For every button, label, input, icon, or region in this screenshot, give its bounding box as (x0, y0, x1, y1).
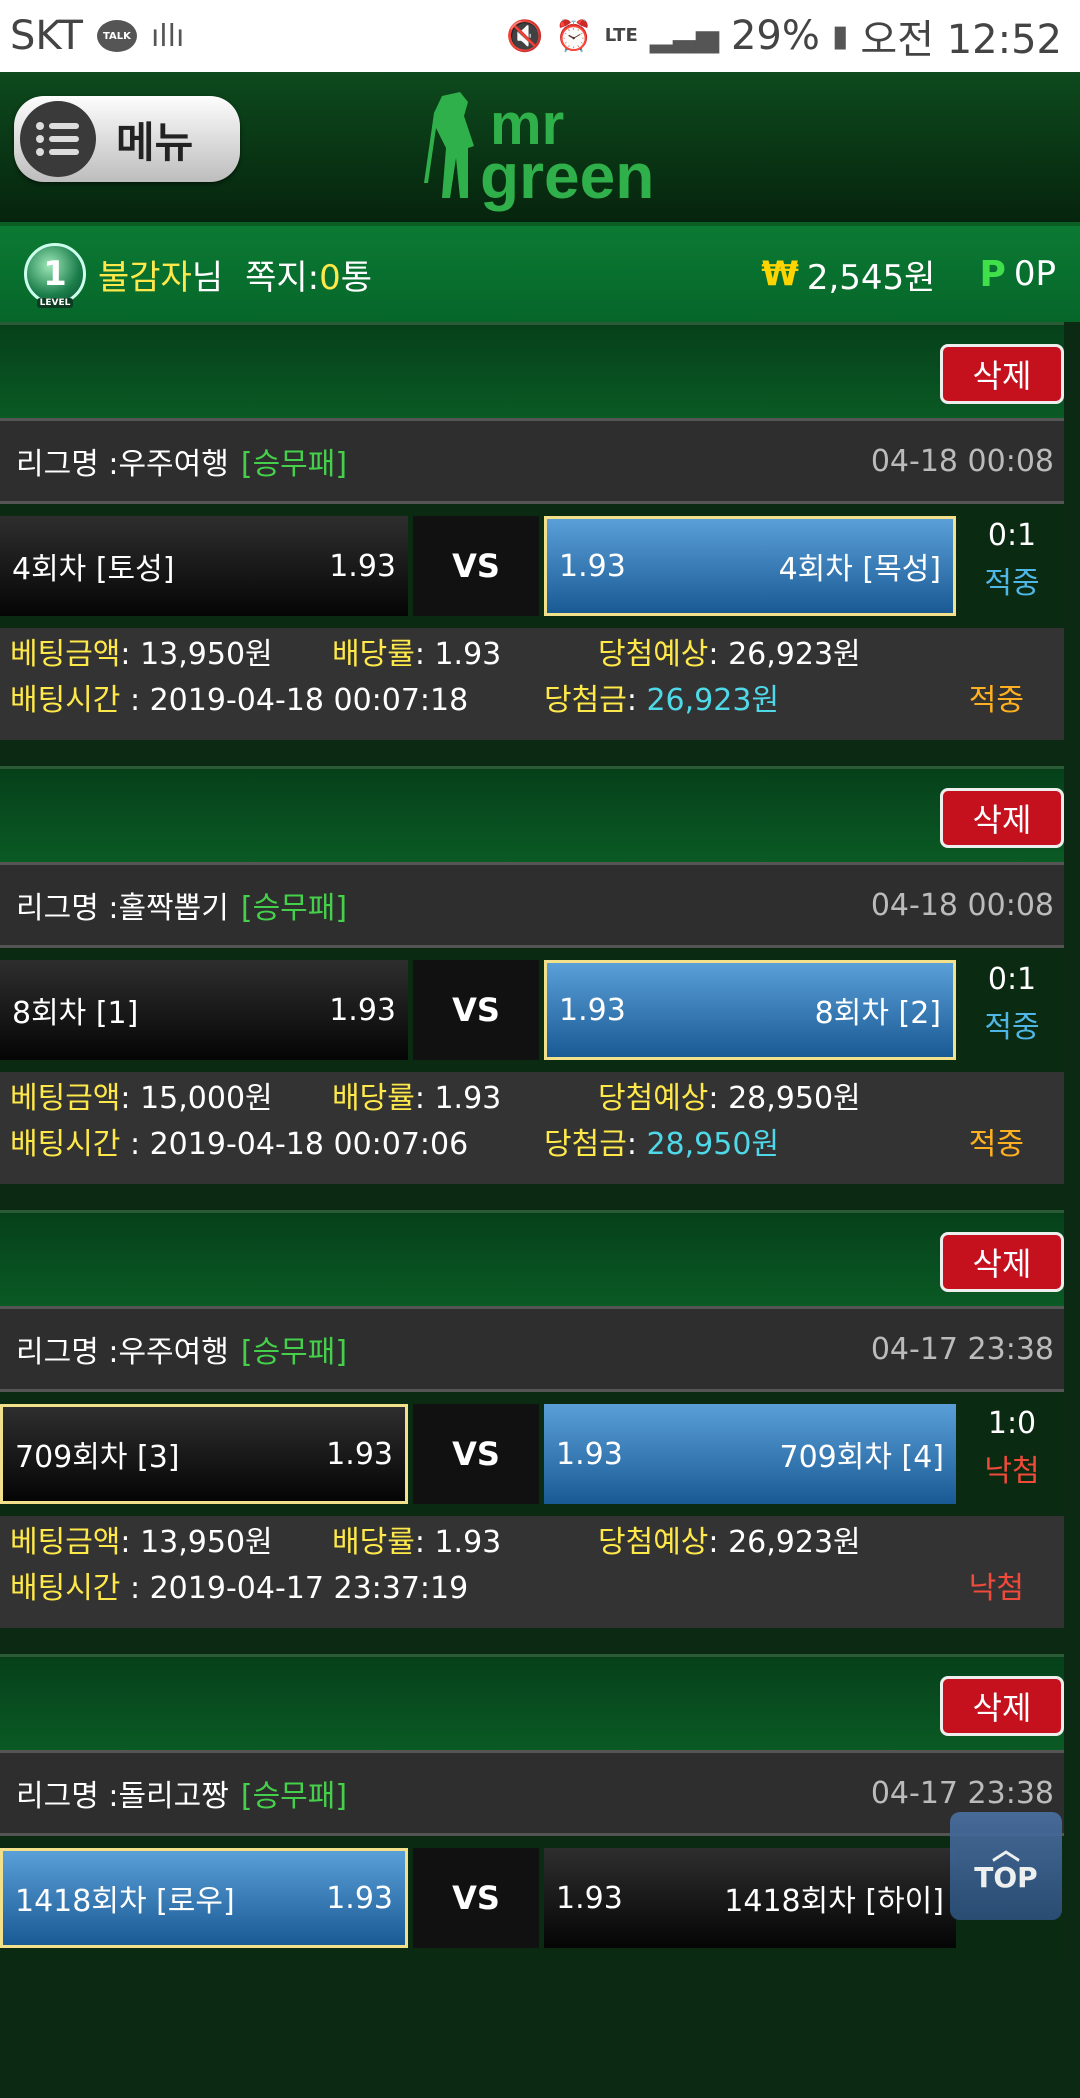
mr-green-logo[interactable]: mr green (420, 86, 660, 216)
league-row: 리그명 : 돌리고짱 [승무패] 04-17 23:38 (0, 1750, 1064, 1836)
point-icon: P (979, 253, 1006, 295)
carrier-label: SKT (10, 13, 83, 59)
bet-status: 적중 (968, 1127, 1024, 1162)
menu-button[interactable]: 메뉴 (14, 96, 240, 182)
league-name: 우주여행 (118, 447, 229, 482)
match-row: 8회차 [1] 1.93 VS 1.93 8회차 [2] 0:1 적중 (0, 948, 1064, 1072)
voicemail-icon: ıllı (150, 18, 185, 54)
kakaotalk-icon: TALK (96, 20, 137, 52)
match-row: 1418회차 [로우] 1.93 VS 1.93 1418회차 [하이] (0, 1836, 1064, 1960)
league-name: 우주여행 (118, 1335, 229, 1370)
mute-icon: 🔇 (505, 18, 544, 54)
bet-info: 베팅금액: 15,000원 배당률: 1.93 당첨예상: 28,950원 배팅… (0, 1072, 1064, 1184)
username-suffix: 님 (191, 257, 224, 298)
messages-link[interactable]: 쪽지:0통 (245, 250, 372, 299)
bet-history-list: 삭제 리그명 : 우주여행 [승무패] 04-18 00:08 4회차 [토성]… (0, 322, 1064, 2098)
delete-button[interactable]: 삭제 (940, 1676, 1064, 1736)
scroll-top-button[interactable]: ︿ TOP (950, 1812, 1062, 1920)
game-date: 04-18 00:08 (870, 443, 1054, 479)
league-name: 돌리고짱 (118, 1779, 229, 1814)
score: 0:1 적중 (984, 962, 1040, 1045)
status-bar: SKT TALK ıllı 🔇 ⏰ LTE ▂▃▅ 29% ▮ 오전 12:52 (0, 0, 1080, 72)
home-team[interactable]: 8회차 [1] 1.93 (0, 960, 408, 1060)
vs-label: VS (413, 516, 539, 616)
menu-label: 메뉴 (116, 117, 194, 167)
bet-card: 삭제 리그명 : 우주여행 [승무패] 04-18 00:08 4회차 [토성]… (0, 322, 1064, 766)
won-icon: ₩ (761, 254, 799, 294)
app-header: 메뉴 mr green (0, 72, 1080, 222)
bet-type: [승무패] (240, 1779, 348, 1814)
delete-button[interactable]: 삭제 (940, 788, 1064, 848)
home-team-selected[interactable]: 709회차 [3] 1.93 (0, 1404, 408, 1504)
home-team-selected[interactable]: 1418회차 [로우] 1.93 (0, 1848, 408, 1948)
battery-percent: 29% (730, 13, 820, 59)
delete-button[interactable]: 삭제 (940, 1232, 1064, 1292)
league-row: 리그명 : 우주여행 [승무패] 04-17 23:38 (0, 1306, 1064, 1392)
bet-status: 적중 (968, 683, 1024, 718)
match-row: 709회차 [3] 1.93 VS 1.93 709회차 [4] 1:0 낙첨 (0, 1392, 1064, 1516)
match-row: 4회차 [토성] 1.93 VS 1.93 4회차 [목성] 0:1 적중 (0, 504, 1064, 628)
clock: 오전 12:52 (860, 17, 1062, 63)
alarm-icon: ⏰ (555, 18, 593, 54)
bet-card: 삭제 리그명 : 홀짝뽑기 [승무패] 04-18 00:08 8회차 [1] 1… (0, 766, 1064, 1210)
league-name: 홀짝뽑기 (118, 891, 229, 926)
game-date: 04-18 00:08 (870, 887, 1054, 923)
bet-type: [승무패] (240, 1335, 348, 1370)
delete-button[interactable]: 삭제 (940, 344, 1064, 404)
signal-icon: ▂▃▅ (649, 18, 719, 54)
bet-status: 낙첨 (968, 1571, 1024, 1606)
score: 1:0 낙첨 (984, 1406, 1040, 1489)
bet-type: [승무패] (240, 447, 348, 482)
away-team-selected[interactable]: 1.93 8회차 [2] (544, 960, 956, 1060)
balance: 2,545원 (806, 257, 936, 298)
away-team-selected[interactable]: 1.93 4회차 [목성] (544, 516, 956, 616)
vs-label: VS (413, 960, 539, 1060)
battery-icon: ▮ (831, 18, 849, 54)
away-team[interactable]: 1.93 1418회차 [하이] (544, 1848, 956, 1948)
level-badge-icon: 1 LEVEL (24, 243, 86, 308)
bet-info: 베팅금액: 13,950원 배당률: 1.93 당첨예상: 26,923원 배팅… (0, 1516, 1064, 1628)
points: 0P (1013, 254, 1056, 294)
league-row: 리그명 : 우주여행 [승무패] 04-18 00:08 (0, 418, 1064, 504)
score: 0:1 적중 (984, 518, 1040, 601)
svg-text:green: green (480, 140, 654, 212)
bet-info: 베팅금액: 13,950원 배당률: 1.93 당첨예상: 26,923원 배팅… (0, 628, 1064, 740)
bet-card: 삭제 리그명 : 우주여행 [승무패] 04-17 23:38 709회차 [3… (0, 1210, 1064, 1654)
chevron-up-icon: ︿ (991, 1832, 1020, 1866)
home-team[interactable]: 4회차 [토성] 1.93 (0, 516, 408, 616)
username[interactable]: 불감자 (98, 250, 192, 299)
game-date: 04-17 23:38 (870, 1775, 1054, 1811)
bet-type: [승무패] (240, 891, 348, 926)
league-row: 리그명 : 홀짝뽑기 [승무패] 04-18 00:08 (0, 862, 1064, 948)
user-info-bar: 1 LEVEL 불감자 님 쪽지:0통 ₩ 2,545원 P 0P (0, 222, 1080, 322)
top-label: TOP (974, 1860, 1038, 1894)
list-menu-icon (20, 101, 96, 177)
away-team[interactable]: 1.93 709회차 [4] (544, 1404, 956, 1504)
vs-label: VS (413, 1848, 539, 1948)
bet-card: 삭제 리그명 : 돌리고짱 [승무패] 04-17 23:38 1418회차 [… (0, 1654, 1064, 2098)
game-date: 04-17 23:38 (870, 1331, 1054, 1367)
lte-icon: LTE (604, 25, 638, 46)
vs-label: VS (413, 1404, 539, 1504)
